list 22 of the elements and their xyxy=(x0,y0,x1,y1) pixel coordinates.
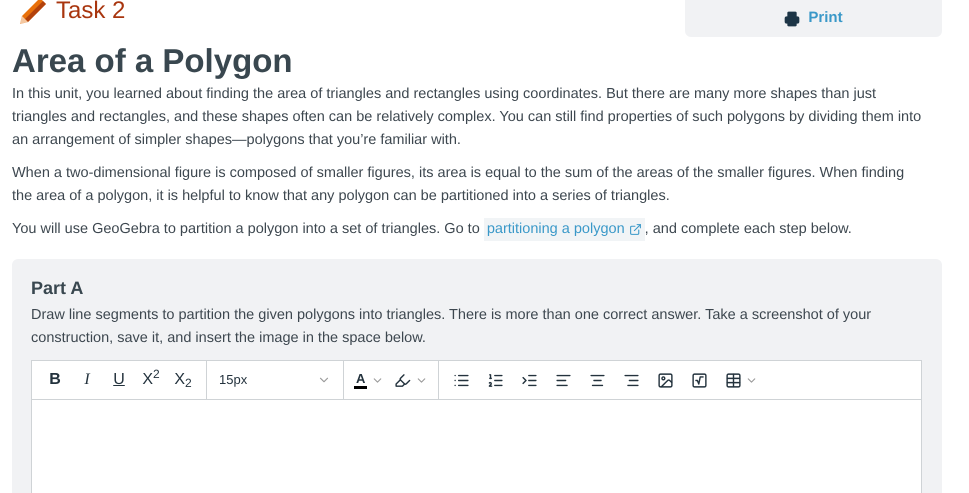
radical-icon[interactable] xyxy=(691,372,708,388)
italic-button[interactable]: I xyxy=(74,366,100,394)
table-icon[interactable] xyxy=(725,372,742,388)
paragraph: When a two-dimensional figure is composed of smaller figures, its area is equal to the sum of the areas of the smaller figures. When finding the area of a polygon, it is helpful to know that any polygon can be partitioned into a series of triangles. xyxy=(12,164,906,206)
part-heading: Part A xyxy=(31,277,84,299)
page-title: Area of a Polygon xyxy=(12,41,294,81)
superscript-button[interactable]: X$^{2}$ xyxy=(138,366,164,394)
printer-icon xyxy=(784,10,800,26)
external-link-icon xyxy=(628,223,642,236)
bold-button[interactable]: B xyxy=(42,366,68,394)
paragraph: You will use GeoGebra to partition a polygon into a set of triangles. Go to partitioning a polygon , and complete each step below. xyxy=(12,218,957,241)
pencil-icon xyxy=(18,0,48,26)
text-color-button[interactable]: A xyxy=(354,372,368,388)
numbered-list-icon[interactable] xyxy=(487,372,504,388)
task-label: Task 2 xyxy=(56,0,126,26)
font-size-select[interactable]: 15px xyxy=(207,361,344,399)
paragraph: In this unit, you learned about finding the area of triangles and rectangles using coordinates. But there are many more shapes than just triangles and rectangles, and these shapes often can be relatively complex. You can still find properties of such polygons by dividing them into an arrangement of simpler shapes—polygons that you’re familiar with. xyxy=(12,85,922,150)
subscript-button[interactable]: X$_{2}$ xyxy=(170,366,196,394)
underline-button[interactable]: U xyxy=(106,366,132,394)
instructions: Draw line segments to partition the given polygons into triangles. There is more than one correct answer. Take a screenshot of your construction, save it, and insert the image in the space below. xyxy=(31,306,872,348)
highlighter-icon[interactable] xyxy=(394,372,412,388)
image-icon[interactable] xyxy=(657,372,674,388)
